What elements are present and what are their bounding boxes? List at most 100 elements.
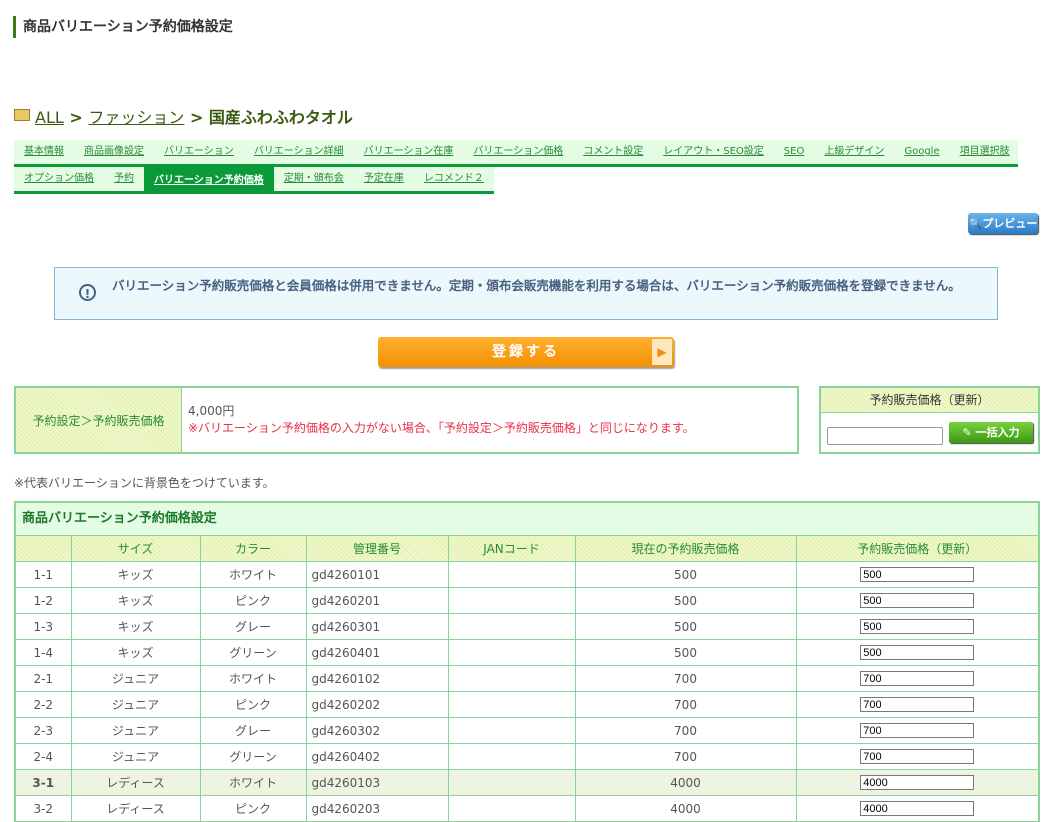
code-cell: gd4260401 [305, 639, 449, 666]
code-cell: gd4260302 [305, 717, 449, 744]
code-cell: gd4260203 [305, 795, 449, 822]
current-price-cell: 500 [574, 587, 797, 614]
new-price-input[interactable] [860, 593, 975, 609]
tab-item[interactable]: 定期・頒布会 [274, 167, 354, 191]
new-price-input[interactable] [860, 775, 975, 791]
bulk-input-panel: 予約販売価格（更新） ✎ 一括入力 [819, 386, 1040, 454]
breadcrumb: ALL > ファッション > 国産ふわふわタオル [14, 104, 353, 128]
jan-cell [447, 587, 576, 614]
jan-cell [447, 691, 576, 718]
color-cell: グリーン [199, 743, 307, 770]
exclamation-icon: ! [79, 284, 96, 301]
row-id: 2-4 [14, 743, 72, 770]
new-price-cell [795, 717, 1040, 744]
column-header: JANコード [447, 535, 576, 562]
tab-item[interactable]: バリエーション詳細 [244, 140, 354, 164]
bulk-apply-label: 一括入力 [975, 426, 1020, 439]
column-header: 管理番号 [305, 535, 449, 562]
tab-bar: 基本情報 商品画像設定 バリエーション バリエーション詳細 バリエーション在庫 バリエーシ… [14, 140, 1018, 167]
table-row: 3-1 レディース ホワイト gd4260103 4000 [14, 769, 1040, 796]
tab-item[interactable]: 予定在庫 [354, 167, 414, 191]
row-id: 3-2 [14, 795, 72, 822]
color-cell: ホワイト [199, 769, 307, 796]
tab-item[interactable]: オプション価格 [14, 167, 104, 191]
current-price-cell: 500 [574, 639, 797, 666]
tab-item[interactable]: レイアウト・SEO設定 [653, 140, 774, 164]
breadcrumb-sep: > [69, 108, 83, 127]
tab-item[interactable]: レコメンド２ [414, 167, 494, 191]
table-row: 1-2 キッズ ピンク gd4260201 500 [14, 587, 1040, 614]
row-id: 1-1 [14, 561, 72, 588]
new-price-input[interactable] [860, 645, 975, 661]
notice-box: ! バリエーション予約販売価格と会員価格は併用できません。定期・頒布会販売機能を… [54, 267, 998, 320]
jan-cell [447, 717, 576, 744]
tab-item[interactable]: バリエーション価格 [463, 140, 573, 164]
jan-cell [447, 795, 576, 822]
tab-item[interactable]: バリエーション予約価格 [144, 167, 274, 194]
new-price-input[interactable] [860, 671, 975, 687]
page-title: 商品バリエーション予約価格設定 [13, 16, 233, 38]
tab-item[interactable]: 上級デザイン [814, 140, 894, 164]
tab-item[interactable]: Google [894, 140, 949, 164]
column-header: 予約販売価格（更新） [795, 535, 1040, 562]
new-price-cell [795, 561, 1040, 588]
tab-item[interactable]: 項目選択肢 [950, 140, 1020, 164]
row-id: 1-3 [14, 613, 72, 640]
size-cell: レディース [70, 795, 201, 822]
tab-item[interactable]: SEO [774, 140, 815, 164]
tab-item[interactable]: コメント設定 [573, 140, 653, 164]
setting-price: 4,000円 [188, 404, 235, 418]
size-cell: キッズ [70, 613, 201, 640]
new-price-input[interactable] [860, 619, 975, 635]
new-price-cell [795, 691, 1040, 718]
tab-item[interactable]: バリエーション [154, 140, 244, 164]
new-price-input[interactable] [860, 567, 975, 583]
new-price-input[interactable] [860, 723, 975, 739]
preview-button[interactable]: 🔍プレビュー [968, 213, 1038, 234]
table-row: 2-3 ジュニア グレー gd4260302 700 [14, 717, 1040, 744]
tab-item[interactable]: 予約 [104, 167, 144, 191]
size-cell: キッズ [70, 587, 201, 614]
tab-item[interactable]: 基本情報 [14, 140, 74, 164]
bulk-apply-button[interactable]: ✎ 一括入力 [949, 422, 1033, 443]
color-cell: ホワイト [199, 665, 307, 692]
table-row: 2-1 ジュニア ホワイト gd4260102 700 [14, 665, 1040, 692]
column-header: サイズ [70, 535, 201, 562]
new-price-cell [795, 795, 1040, 822]
jan-cell [447, 561, 576, 588]
column-header [14, 535, 72, 562]
current-price-cell: 500 [574, 561, 797, 588]
breadcrumb-all[interactable]: ALL [35, 108, 64, 127]
code-cell: gd4260402 [305, 743, 449, 770]
notice-text: バリエーション予約販売価格と会員価格は併用できません。定期・頒布会販売機能を利用… [112, 278, 961, 293]
tab-item[interactable]: バリエーション在庫 [354, 140, 464, 164]
setting-label: 予約設定＞予約販売価格 [16, 388, 182, 452]
new-price-input[interactable] [860, 697, 975, 713]
current-price-cell: 4000 [574, 795, 797, 822]
size-cell: レディース [70, 769, 201, 796]
color-cell: グリーン [199, 639, 307, 666]
new-price-input[interactable] [860, 749, 975, 765]
column-header: カラー [199, 535, 307, 562]
table-row: 2-2 ジュニア ピンク gd4260202 700 [14, 691, 1040, 718]
table-row: 3-2 レディース ピンク gd4260203 4000 [14, 795, 1040, 822]
color-cell: ホワイト [199, 561, 307, 588]
code-cell: gd4260102 [305, 665, 449, 692]
code-cell: gd4260201 [305, 587, 449, 614]
new-price-cell [795, 769, 1040, 796]
column-header: 現在の予約販売価格 [574, 535, 797, 562]
new-price-cell [795, 743, 1040, 770]
folder-icon [14, 109, 30, 121]
size-cell: キッズ [70, 561, 201, 588]
table-row: 2-4 ジュニア グリーン gd4260402 700 [14, 743, 1040, 770]
new-price-input[interactable] [860, 801, 975, 817]
row-id: 2-1 [14, 665, 72, 692]
preview-label: プレビュー [982, 217, 1038, 230]
tab-item[interactable]: 商品画像設定 [74, 140, 154, 164]
bulk-price-input[interactable] [827, 427, 943, 445]
breadcrumb-fashion[interactable]: ファッション [88, 108, 184, 127]
new-price-cell [795, 665, 1040, 692]
row-id: 2-2 [14, 691, 72, 718]
submit-button[interactable]: 登録する ▶ [378, 337, 674, 367]
current-price-cell: 700 [574, 717, 797, 744]
